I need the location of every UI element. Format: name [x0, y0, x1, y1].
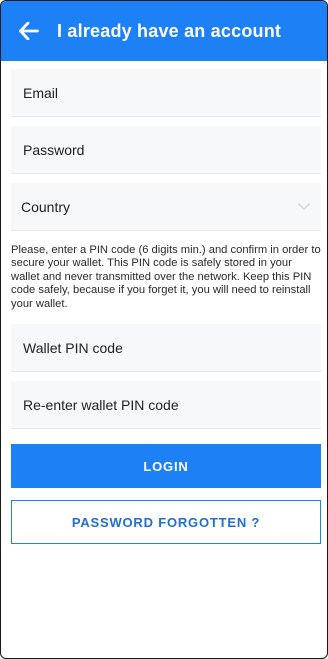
wallet-pin-field[interactable]	[21, 338, 321, 357]
app-header: I already have an account	[1, 1, 327, 61]
wallet-pin-confirm-field[interactable]	[21, 395, 321, 414]
arrow-left-icon	[19, 22, 39, 40]
email-field[interactable]	[21, 83, 321, 102]
login-button[interactable]: LOGIN	[11, 444, 321, 489]
back-button[interactable]	[1, 1, 57, 61]
pin-confirm-field-container	[11, 381, 321, 430]
country-select-label: Country	[21, 198, 71, 215]
app-screen: I already have an account Country Please…	[0, 0, 328, 659]
pin-field-container	[11, 324, 321, 373]
page-title: I already have an account	[57, 20, 282, 41]
pin-info-text: Please, enter a PIN code (6 digits min.)…	[11, 244, 321, 310]
chevron-down-icon	[297, 203, 311, 210]
password-field-container	[11, 126, 321, 174]
password-field[interactable]	[21, 140, 321, 159]
password-forgotten-button[interactable]: PASSWORD FORGOTTEN ?	[11, 500, 321, 545]
email-field-container	[11, 69, 321, 117]
country-select[interactable]: Country	[11, 183, 321, 231]
login-form: Country Please, enter a PIN code (6 digi…	[11, 69, 321, 545]
